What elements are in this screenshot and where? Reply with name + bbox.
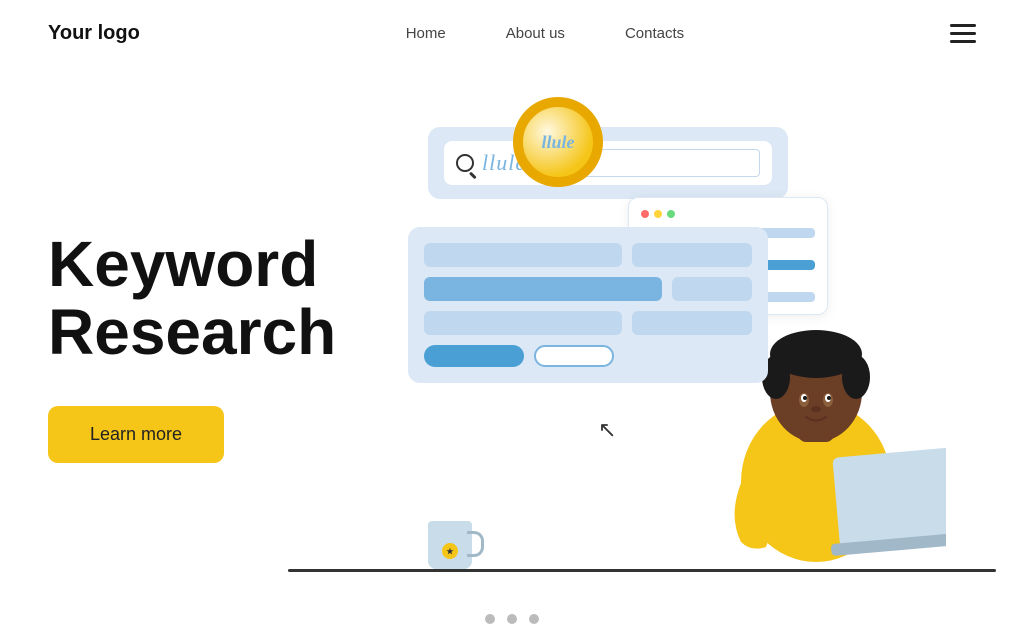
nav-contacts[interactable]: Contacts — [625, 25, 684, 42]
pagination — [485, 614, 539, 624]
search-icon — [456, 154, 474, 172]
result-row-1 — [424, 243, 752, 267]
hamburger-line-3 — [950, 40, 976, 43]
hamburger-line-1 — [950, 24, 976, 27]
coffee-mug: ★ — [428, 521, 472, 569]
result-block — [632, 311, 752, 335]
pagination-dot-2[interactable] — [507, 614, 517, 624]
mug-badge: ★ — [442, 543, 458, 559]
browser-dots — [641, 210, 815, 218]
dot-red — [641, 210, 649, 218]
learn-more-button[interactable]: Learn more — [48, 406, 224, 463]
magnifier: llule — [513, 97, 603, 187]
pagination-dot-3[interactable] — [529, 614, 539, 624]
magnifying-glass: llule — [513, 97, 603, 187]
result-block — [672, 277, 752, 301]
main-nav: Home About us Contacts — [406, 25, 684, 42]
hero-title: Keyword Research — [48, 231, 368, 365]
hero-left: Keyword Research Learn more — [48, 231, 368, 462]
dot-yellow — [654, 210, 662, 218]
desk-surface — [288, 569, 996, 572]
cursor-icon: ↖ — [598, 417, 616, 443]
result-row-3 — [424, 311, 752, 335]
result-block — [632, 243, 752, 267]
result-row-2 — [424, 277, 752, 301]
search-panel: llule — [428, 127, 788, 199]
mag-text: llule — [541, 132, 574, 153]
search-bar: llule — [444, 141, 772, 185]
results-panel — [408, 227, 768, 383]
pagination-dot-1[interactable] — [485, 614, 495, 624]
result-block — [424, 311, 622, 335]
result-block — [424, 277, 662, 301]
result-row-4 — [424, 345, 752, 367]
result-button — [424, 345, 524, 367]
hero-illustration: llule llule — [368, 67, 976, 627]
result-block — [424, 243, 622, 267]
logo: Your logo — [48, 22, 140, 45]
dot-green — [667, 210, 675, 218]
result-button-outline — [534, 345, 614, 367]
nav-home[interactable]: Home — [406, 25, 446, 42]
hamburger-menu[interactable] — [950, 24, 976, 43]
hamburger-line-2 — [950, 32, 976, 35]
nav-about[interactable]: About us — [506, 25, 565, 42]
